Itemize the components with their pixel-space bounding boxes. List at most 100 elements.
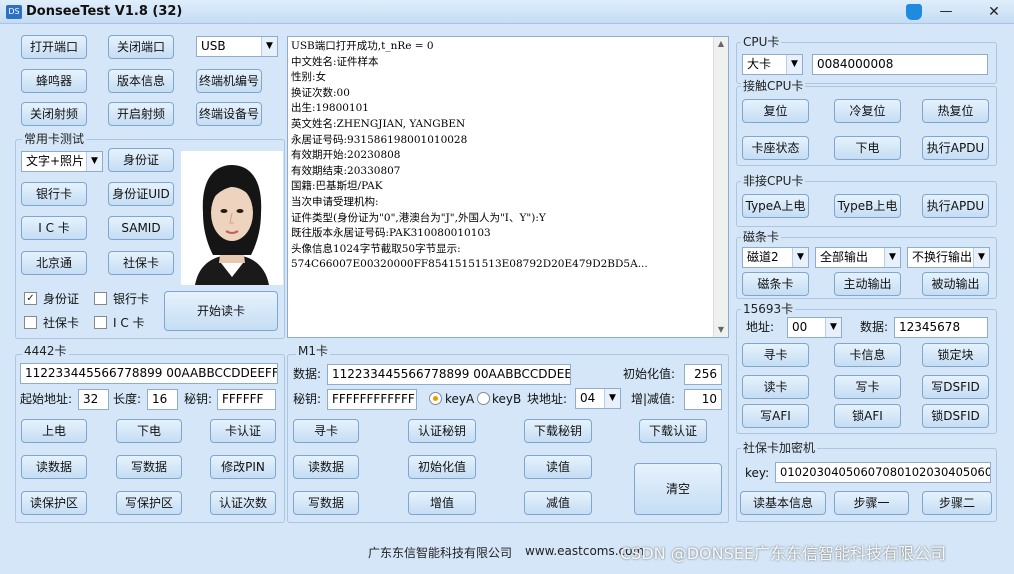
typeA-button[interactable]: TypeA上电 xyxy=(742,194,809,218)
mode-select[interactable]: 文字+照片 ▼ xyxy=(21,151,103,172)
buzzer-button[interactable]: 蜂鸣器 xyxy=(21,69,87,93)
lock-afi-button[interactable]: 锁AFI xyxy=(834,404,901,428)
watermark: CSDN @DONSEE广东东信智能科技有限公司 xyxy=(620,544,946,563)
log-output[interactable]: USB端口打开成功,t_nRe = 0 中文姓名:证件样本 性别:女 换证次数:00 出… xyxy=(287,36,729,338)
clear-button[interactable]: 清空 xyxy=(634,463,722,515)
bank-checkbox[interactable] xyxy=(94,292,107,305)
cpu-card-select[interactable]: 大卡 ▼ xyxy=(742,54,803,75)
start-addr-input[interactable]: 32 xyxy=(78,389,109,410)
log-line: 574C66007E00320000FF85415151513E08792D20… xyxy=(291,258,648,271)
ic-card-button[interactable]: I C 卡 xyxy=(21,216,87,240)
terminal-no-button[interactable]: 终端机编号 xyxy=(196,69,262,93)
key4442-input[interactable]: FFFFFF xyxy=(217,389,276,410)
close-button[interactable]: ✕ xyxy=(980,3,1008,21)
ic-checkbox[interactable] xyxy=(94,316,107,329)
minimize-button[interactable]: — xyxy=(934,3,958,21)
change-pin-button[interactable]: 修改PIN xyxy=(210,455,276,479)
cpu-value-input[interactable]: 0084000008 xyxy=(812,54,988,75)
social-checkbox-label: 社保卡 xyxy=(43,316,80,330)
open-port-button[interactable]: 打开端口 xyxy=(21,35,87,59)
reset-button[interactable]: 复位 xyxy=(742,99,809,123)
exec-apdu-button[interactable]: 执行APDU xyxy=(922,136,989,160)
length-input[interactable]: 16 xyxy=(147,389,178,410)
cpu-power-off-button[interactable]: 下电 xyxy=(834,136,901,160)
keyB-radio[interactable] xyxy=(477,392,490,405)
port-select[interactable]: USB ▼ xyxy=(196,36,278,57)
hot-reset-button[interactable]: 热复位 xyxy=(922,99,989,123)
social-card-button[interactable]: 社保卡 xyxy=(108,251,174,275)
auth-count-button[interactable]: 认证次数 xyxy=(210,491,276,515)
step2-button[interactable]: 步骤二 xyxy=(922,491,992,515)
c15693-read-button[interactable]: 读卡 xyxy=(742,375,809,399)
track-select[interactable]: 磁道2 ▼ xyxy=(742,247,809,268)
rf-off-button[interactable]: 关闭射频 xyxy=(21,102,87,126)
device-no-button[interactable]: 终端设备号 xyxy=(196,102,262,126)
key4442-label: 秘钥: xyxy=(184,392,213,406)
log-line: 国籍:巴基斯坦/PAK xyxy=(291,180,383,193)
skin-icon[interactable] xyxy=(906,4,922,20)
read-basic-info-button[interactable]: 读基本信息 xyxy=(740,491,826,515)
init-val-button[interactable]: 初始化值 xyxy=(408,455,476,479)
typeB-button[interactable]: TypeB上电 xyxy=(834,194,901,218)
c15693-data-input[interactable]: 12345678 xyxy=(894,317,988,338)
start-read-button[interactable]: 开始读卡 xyxy=(164,291,278,331)
newline-select[interactable]: 不换行输出 ▼ xyxy=(907,247,990,268)
incdec-input[interactable]: 10 xyxy=(684,389,722,410)
id-uid-button[interactable]: 身份证UID xyxy=(108,182,174,206)
dec-val-button[interactable]: 减值 xyxy=(524,491,592,515)
keyA-radio[interactable] xyxy=(429,392,442,405)
version-button[interactable]: 版本信息 xyxy=(108,69,174,93)
c15693-info-button[interactable]: 卡信息 xyxy=(834,343,901,367)
read-data-4442-button[interactable]: 读数据 xyxy=(21,455,87,479)
lock-block-button[interactable]: 锁定块 xyxy=(922,343,989,367)
m1-key-input[interactable]: FFFFFFFFFFFF xyxy=(327,389,417,410)
passive-output-button[interactable]: 被动输出 xyxy=(922,272,989,296)
beijing-card-button[interactable]: 北京通 xyxy=(21,251,87,275)
download-key-button[interactable]: 下载秘钥 xyxy=(524,419,592,443)
contact-cpu-label: 接触CPU卡 xyxy=(741,79,806,93)
write-protect-button[interactable]: 写保护区 xyxy=(116,491,182,515)
c15693-addr-select[interactable]: 00 ▼ xyxy=(787,317,842,338)
read-protect-button[interactable]: 读保护区 xyxy=(21,491,87,515)
write-data-4442-button[interactable]: 写数据 xyxy=(116,455,182,479)
card4442-data-input[interactable]: 112233445566778899 00AABBCCDDEEFF xyxy=(20,363,278,384)
rf-on-button[interactable]: 开启射频 xyxy=(108,102,174,126)
inc-val-button[interactable]: 增值 xyxy=(408,491,476,515)
c15693-find-button[interactable]: 寻卡 xyxy=(742,343,809,367)
m1-read-data-button[interactable]: 读数据 xyxy=(293,455,359,479)
m1-find-card-button[interactable]: 寻卡 xyxy=(293,419,359,443)
write-afi-button[interactable]: 写AFI xyxy=(742,404,809,428)
id-card-button[interactable]: 身份证 xyxy=(108,148,174,172)
block-select[interactable]: 04 ▼ xyxy=(575,388,621,409)
samid-button[interactable]: SAMID xyxy=(108,216,174,240)
log-scrollbar[interactable]: ▲ ▼ xyxy=(713,37,728,337)
bank-card-button[interactable]: 银行卡 xyxy=(21,182,87,206)
social-key-input[interactable]: 0102030405060708010203040506070 xyxy=(775,462,991,483)
mag-card-button[interactable]: 磁条卡 xyxy=(742,272,809,296)
active-output-button[interactable]: 主动输出 xyxy=(834,272,901,296)
cold-reset-button[interactable]: 冷复位 xyxy=(834,99,901,123)
close-port-button[interactable]: 关闭端口 xyxy=(108,35,174,59)
scroll-down-icon[interactable]: ▼ xyxy=(714,323,728,337)
lock-dsfid-button[interactable]: 锁DSFID xyxy=(922,404,989,428)
id-checkbox[interactable]: ✓ xyxy=(24,292,37,305)
power-off-button[interactable]: 下电 xyxy=(116,419,182,443)
power-on-button[interactable]: 上电 xyxy=(21,419,87,443)
step1-button[interactable]: 步骤一 xyxy=(834,491,909,515)
write-dsfid-button[interactable]: 写DSFID xyxy=(922,375,989,399)
exec-apdu2-button[interactable]: 执行APDU xyxy=(922,194,989,218)
scroll-up-icon[interactable]: ▲ xyxy=(714,37,728,51)
contactless-cpu-label: 非接CPU卡 xyxy=(741,174,806,188)
c15693-write-button[interactable]: 写卡 xyxy=(834,375,901,399)
social-checkbox[interactable] xyxy=(24,316,37,329)
m1-data-input[interactable]: 112233445566778899 00AABBCCDDEEFF xyxy=(327,364,571,385)
id-checkbox-label: 身份证 xyxy=(43,292,80,306)
card-auth-button[interactable]: 卡认证 xyxy=(210,419,276,443)
m1-write-data-button[interactable]: 写数据 xyxy=(293,491,359,515)
slot-status-button[interactable]: 卡座状态 xyxy=(742,136,809,160)
download-auth-button[interactable]: 下载认证 xyxy=(639,419,707,443)
init-value-input[interactable]: 256 xyxy=(684,364,722,385)
read-val-button[interactable]: 读值 xyxy=(524,455,592,479)
output-mode-select[interactable]: 全部输出 ▼ xyxy=(815,247,901,268)
auth-key-button[interactable]: 认证秘钥 xyxy=(408,419,476,443)
